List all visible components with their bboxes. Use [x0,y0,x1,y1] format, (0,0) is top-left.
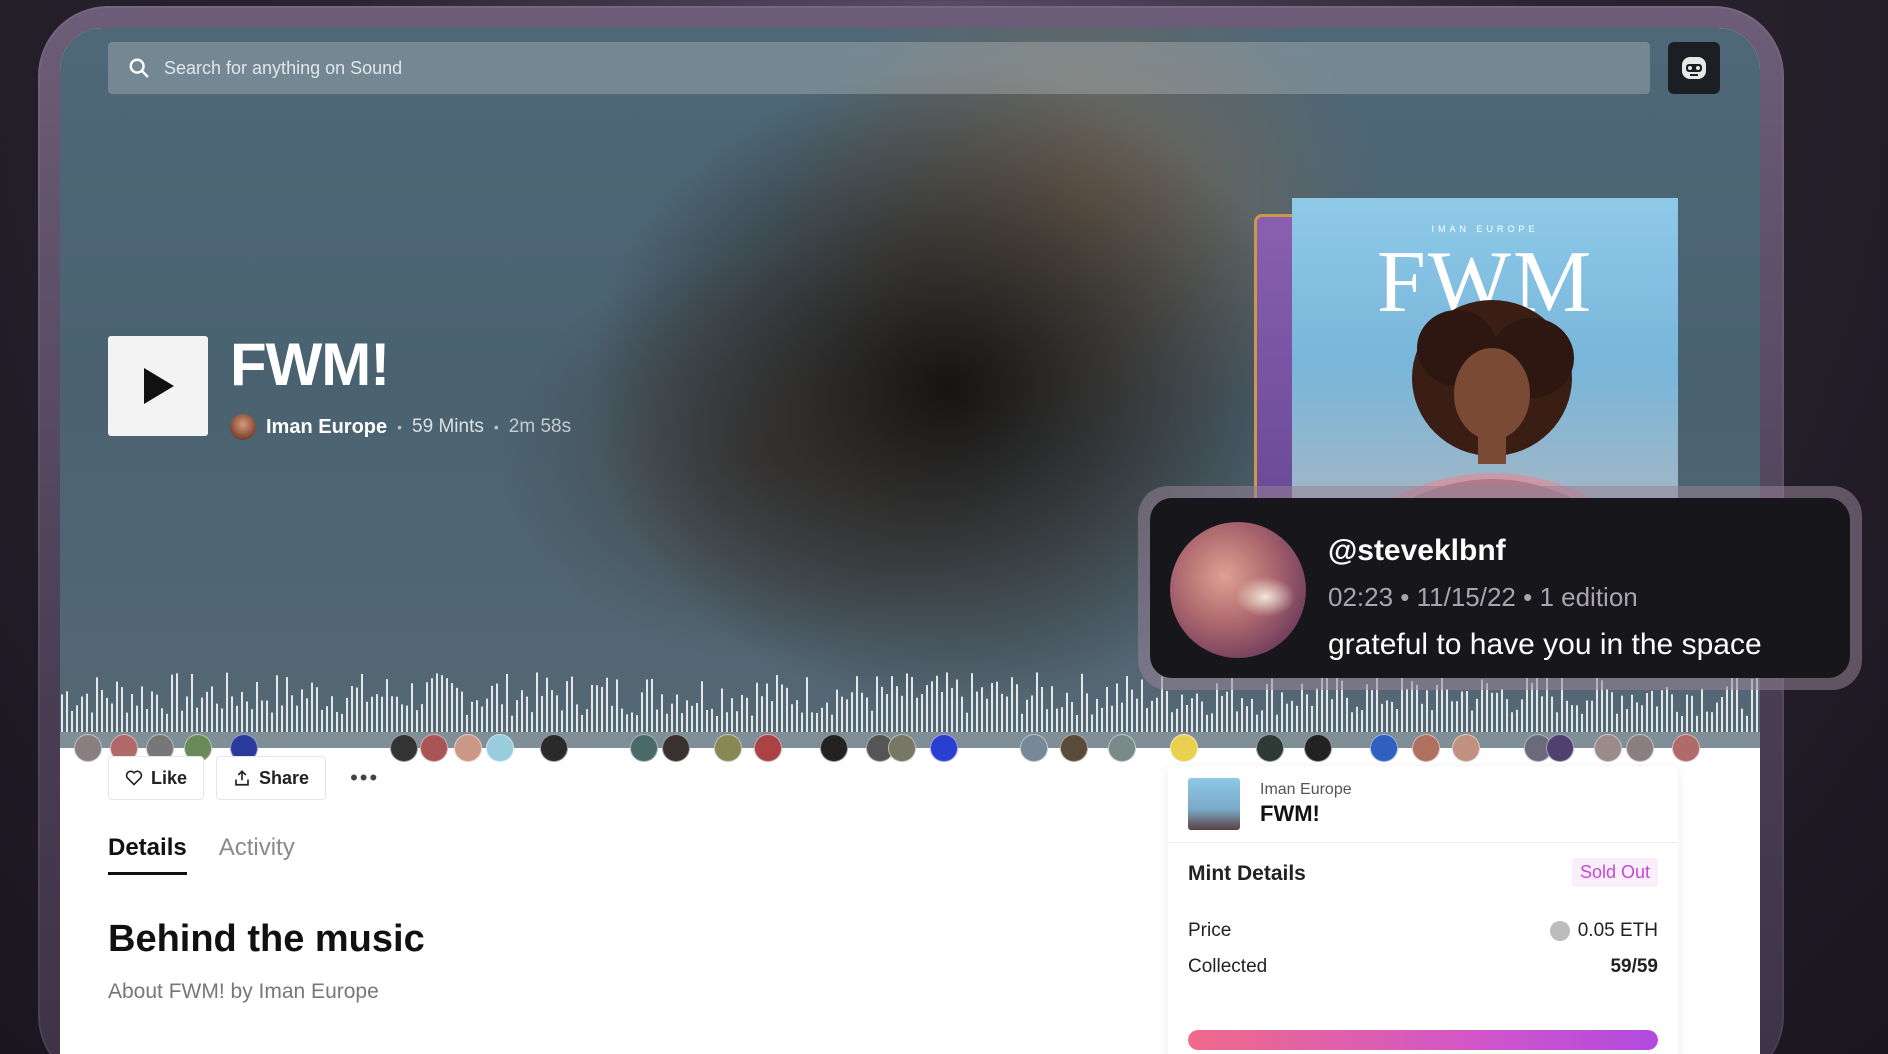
collected-value: 59/59 [1610,956,1658,977]
collected-row: Collected 59/59 [1188,956,1658,978]
comment-tooltip-body: @steveklbnf 02:23 • 11/15/22 • 1 edition… [1150,498,1850,678]
tab-bar: Details Activity [108,834,295,875]
collector-avatar[interactable] [1108,734,1136,762]
collector-avatar[interactable] [1452,734,1480,762]
status-badge: Sold Out [1571,858,1658,887]
divider [1168,842,1678,843]
comment-tooltip: @steveklbnf 02:23 • 11/15/22 • 1 edition… [1138,486,1862,690]
commenter-handle[interactable]: @steveklbnf [1328,534,1506,568]
mint-track: FWM! [1260,801,1320,826]
heart-icon [125,770,143,786]
comment-meta: 02:23 • 11/15/22 • 1 edition [1328,582,1638,612]
collector-avatar[interactable] [662,734,690,762]
commenter-avatar[interactable] [1170,522,1306,658]
collector-avatar[interactable] [820,734,848,762]
separator-dot: • [397,419,403,435]
profile-avatar-icon [1682,57,1706,79]
collector-avatar[interactable] [1412,734,1440,762]
collector-avatar[interactable] [630,734,658,762]
collector-avatar[interactable] [1626,734,1654,762]
play-icon [144,368,174,404]
artist-name[interactable]: Iman Europe [266,416,387,439]
collector-avatar[interactable] [390,734,418,762]
price-row: Price 0.05 ETH [1188,920,1658,942]
collected-label: Collected [1188,956,1268,977]
cover-art: IMAN EUROPE FWM [1292,198,1678,498]
tab-activity[interactable]: Activity [219,834,295,875]
track-meta: Iman Europe • 59 Mints • 2m 58s [230,414,571,440]
price-value: 0.05 ETH [1577,920,1658,941]
collected-progress-bar [1188,1030,1658,1050]
price-value-group: 0.05 ETH [1549,920,1658,942]
share-icon [235,770,249,786]
search-bar[interactable] [108,42,1650,94]
profile-avatar-button[interactable] [1668,42,1720,94]
artist-avatar[interactable] [230,414,256,440]
price-label: Price [1188,920,1232,941]
mint-thumbnail [1188,778,1240,830]
mint-details-label: Mint Details [1188,862,1306,885]
section-title: Behind the music [108,918,425,960]
collector-avatar[interactable] [454,734,482,762]
like-label: Like [151,767,188,788]
collector-avatar[interactable] [540,734,568,762]
collector-avatar[interactable] [888,734,916,762]
collector-avatar[interactable] [1370,734,1398,762]
collector-avatar[interactable] [74,734,102,762]
separator-dot: • [493,419,499,435]
search-icon [129,58,149,78]
collector-avatar[interactable] [1060,734,1088,762]
cover-portrait [1392,300,1592,498]
mints-count: 59 Mints [412,416,484,437]
collected-progress-fill [1188,1030,1658,1050]
share-label: Share [259,767,310,788]
collector-avatar[interactable] [420,734,448,762]
collector-avatar[interactable] [1546,734,1574,762]
track-duration: 2m 58s [508,416,572,437]
collector-avatar[interactable] [1672,734,1700,762]
tab-details[interactable]: Details [108,834,187,875]
mint-card: Iman Europe FWM! Mint Details Sold Out P… [1168,766,1678,1054]
section-subtitle: About FWM! by Iman Europe [108,980,379,1003]
collector-avatar[interactable] [714,734,742,762]
collector-avatar[interactable] [1170,734,1198,762]
play-button[interactable] [108,336,208,436]
more-icon[interactable]: ••• [338,765,391,791]
search-input[interactable] [164,57,1364,79]
share-button[interactable]: Share [216,756,327,800]
track-title: FWM! [230,331,390,398]
like-button[interactable]: Like [108,756,205,800]
mint-card-header: Iman Europe FWM! [1188,778,1352,830]
collector-avatar[interactable] [754,734,782,762]
collector-avatar[interactable] [1594,734,1622,762]
collector-avatar[interactable] [1020,734,1048,762]
collector-avatar[interactable] [486,734,514,762]
collector-avatar[interactable] [930,734,958,762]
eth-icon [1549,921,1570,941]
collector-avatar[interactable] [1256,734,1284,762]
collector-avatar[interactable] [1304,734,1332,762]
comment-text: grateful to have you in the space [1328,628,1762,661]
mint-artist[interactable]: Iman Europe [1260,781,1352,799]
track-actions: Like Share ••• [108,756,391,800]
